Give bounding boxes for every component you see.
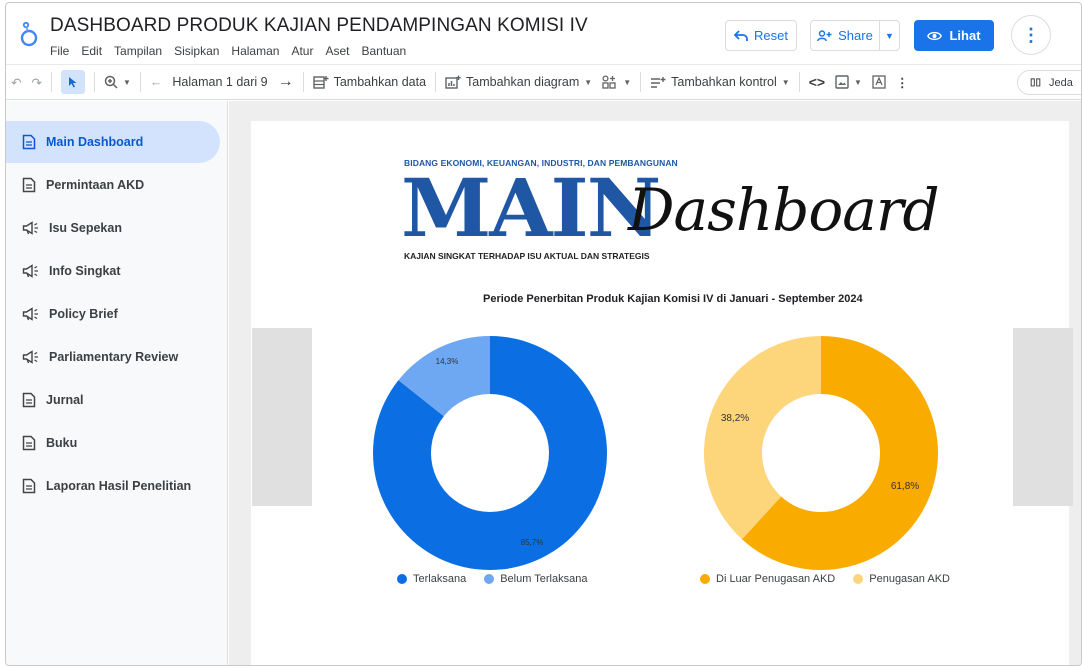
chart-1-legend: Terlaksana Belum Terlaksana — [397, 573, 587, 585]
legend-label: Penugasan AKD — [869, 573, 950, 585]
legend-swatch-terlaksana — [397, 574, 407, 584]
chart-2-legend: Di Luar Penugasan AKD Penugasan AKD — [700, 573, 950, 585]
legend-label: Terlaksana — [413, 573, 467, 585]
donut-data-label: 61,8% — [891, 481, 919, 492]
legend-item[interactable]: Penugasan AKD — [853, 573, 950, 585]
legend-item[interactable]: Terlaksana — [397, 573, 466, 585]
legend-item[interactable]: Di Luar Penugasan AKD — [700, 573, 835, 585]
donut-charts: 85,7% 14,3% 61,8% 38,2% — [373, 335, 939, 570]
donut-data-label: 14,3% — [436, 357, 459, 366]
legend-label: Belum Terlaksana — [500, 573, 588, 585]
donut-data-label: 85,7% — [521, 538, 544, 547]
legend-swatch-belum-terlaksana — [484, 574, 495, 584]
legend-swatch-di-luar-penugasan — [700, 574, 710, 584]
legend-swatch-penugasan — [853, 574, 864, 584]
legend-item[interactable]: Belum Terlaksana — [484, 573, 587, 585]
donut-slice-penugasan-akd[interactable] — [704, 336, 821, 540]
donut-data-label: 38,2% — [721, 413, 749, 424]
legend-label: Di Luar Penugasan AKD — [716, 573, 836, 585]
